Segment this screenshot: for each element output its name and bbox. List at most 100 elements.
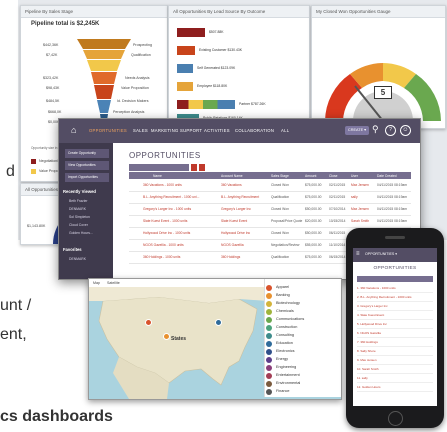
row-name[interactable]: Slate Kuest Event - 1000 units [143, 219, 187, 223]
list-item[interactable]: 9. Max Jensen [357, 356, 433, 365]
bar-label: $507.88K [209, 30, 224, 34]
row-user[interactable]: Sarah Smith [351, 219, 369, 223]
row-amount: $55,000.00 [305, 243, 322, 247]
row-account[interactable]: Slate Kuest Event [221, 219, 247, 223]
legend-label: Engineering [276, 365, 297, 369]
table-row[interactable]: 360 Vacations - 1000 units 360 Vacations… [129, 180, 411, 192]
recent-item[interactable]: DENMARK [69, 207, 86, 211]
legend-label: Communications [276, 317, 305, 321]
legend-swatch [31, 169, 36, 174]
list-item-label[interactable]: 3. Gregory's Larger Inc [357, 304, 388, 308]
user-avatar-icon[interactable]: ☺ [400, 125, 411, 136]
home-icon[interactable]: ⌂ [71, 125, 76, 135]
row-name[interactable]: 360 Vacations - 1000 units [143, 183, 182, 187]
list-item-label[interactable]: 5. Hollywood Drive Inc [357, 322, 387, 326]
nav-marketing[interactable]: MARKETING [151, 128, 179, 133]
row-account[interactable]: Gregory's Larger Inc [221, 207, 251, 211]
row-account[interactable]: 360 Vacations [221, 183, 242, 187]
recent-item[interactable]: Beth Frazier [69, 199, 87, 203]
funnel-stage-1 [77, 39, 131, 49]
legend-label: Entertainment [276, 373, 300, 377]
row-amount: $50,000.00 [305, 231, 322, 235]
list-item-label[interactable]: 7. 360 Holdings [357, 340, 378, 344]
map-pin-icon[interactable] [163, 333, 170, 340]
row-account[interactable]: NGOS Gazellia [221, 243, 244, 247]
col-close[interactable]: Close [329, 174, 337, 178]
nav-activities[interactable]: ACTIVITIES [204, 128, 230, 133]
row-account[interactable]: Hollywood Drive Inc [221, 231, 250, 235]
col-user[interactable]: User [351, 174, 358, 178]
bar-segment [177, 100, 235, 109]
filter-icon[interactable] [191, 164, 197, 171]
satellite-tab[interactable]: Satellite [107, 281, 120, 285]
row-date: 04/11/2015 08:19am [377, 183, 408, 187]
list-item[interactable]: 12. Golden Hours [357, 383, 433, 392]
list-item[interactable]: 7. 360 Holdings [357, 338, 433, 347]
row-name[interactable]: 360 Holdings - 1000 units [143, 255, 180, 259]
row-user[interactable]: sally [351, 195, 358, 199]
col-name[interactable]: Name [153, 174, 162, 178]
col-stage[interactable]: Sales Stage [271, 174, 289, 178]
menu-icon[interactable]: ≡ [356, 251, 360, 257]
list-item-label[interactable]: 1. 360 Vacations - 1000 units [357, 286, 396, 290]
list-item-label[interactable]: 10. Sarah Smith [357, 367, 379, 371]
list-item[interactable]: 4. Slate Kuest Event [357, 311, 433, 320]
phone-nav-title[interactable]: OPPORTUNITIES ▾ [365, 252, 397, 256]
list-item[interactable]: 1. 360 Vacations - 1000 units [357, 284, 433, 293]
row-account[interactable]: B.L. Anything Recruitment [221, 195, 259, 199]
create-opportunity-button[interactable]: Create Opportunity [65, 149, 109, 158]
recent-item[interactable]: Golden Hours... [69, 231, 93, 235]
list-item[interactable]: 6. NGOS Gazellia [357, 329, 433, 338]
recent-item[interactable]: Sol Simpleton [69, 215, 90, 219]
list-item-label[interactable]: 6. NGOS Gazellia [357, 331, 381, 335]
nav-all[interactable]: ALL [281, 128, 289, 133]
favorite-item[interactable]: DENMARK [69, 257, 86, 261]
list-item-label[interactable]: 4. Slate Kuest Event [357, 313, 384, 317]
row-name[interactable]: NGOS Gazellia - 1000 units [143, 243, 184, 247]
bar-segment [177, 82, 193, 91]
list-item[interactable]: 5. Hollywood Drive Inc [357, 320, 433, 329]
list-item[interactable]: 3. Gregory's Larger Inc [357, 302, 433, 311]
row-name[interactable]: Gregory's Larger Inc - 1000 units [143, 207, 191, 211]
table-row[interactable]: Slate Kuest Event - 1000 units Slate Kue… [129, 216, 411, 228]
pipeline-subtitle: Pipeline total is $2,245K [31, 21, 100, 27]
col-account[interactable]: Account Name [221, 174, 243, 178]
list-item-label[interactable]: 12. Golden Hours [357, 385, 381, 389]
row-name[interactable]: Hollywood Drive Inc - 1000 units [143, 231, 190, 235]
create-button[interactable]: CREATE ▾ [345, 126, 370, 135]
view-opportunities-button[interactable]: View Opportunities [65, 161, 109, 170]
list-item-label[interactable]: 8. Sally Shore [357, 349, 376, 353]
search-icon[interactable]: ⚲ [372, 124, 379, 135]
import-opportunities-button[interactable]: Import Opportunities [65, 173, 109, 182]
row-name[interactable]: B.L. Anything Recruitment - 1000 uni... [143, 195, 199, 199]
list-item-label[interactable]: 9. Max Jensen [357, 358, 377, 362]
row-close: 02/11/2015 [329, 195, 346, 199]
list-item-label[interactable]: 11. sally [357, 376, 368, 380]
map-tab[interactable]: Map [93, 281, 100, 285]
col-date[interactable]: Date Created [377, 174, 397, 178]
col-amount[interactable]: Amount [305, 174, 316, 178]
list-item-label[interactable]: 2. B.L. Anything Recruitment - 1000 unit… [357, 295, 412, 299]
nav-opportunities[interactable]: OPPORTUNITIES [89, 128, 127, 133]
list-item[interactable]: 11. sally [357, 374, 433, 383]
map-pin-icon[interactable] [215, 319, 222, 326]
row-account[interactable]: 360 Holdings [221, 255, 240, 259]
legend-label: Environmental [276, 381, 301, 385]
columns-icon[interactable] [199, 164, 205, 171]
table-row[interactable]: B.L. Anything Recruitment - 1000 uni... … [129, 192, 411, 204]
list-item[interactable]: 8. Sally Shore [357, 347, 433, 356]
row-user[interactable]: Max Jensen [351, 183, 369, 187]
recent-item[interactable]: Cloud Cover [69, 223, 88, 227]
bar-segment [177, 28, 205, 37]
list-item[interactable]: 2. B.L. Anything Recruitment - 1000 unit… [357, 293, 433, 302]
row-amount: $20,000.00 [305, 219, 322, 223]
nav-support[interactable]: SUPPORT [180, 128, 202, 133]
map-pin-icon[interactable] [145, 319, 152, 326]
home-button[interactable] [388, 411, 403, 426]
list-item[interactable]: 10. Sarah Smith [357, 365, 433, 374]
row-user[interactable]: Max Jensen [351, 207, 369, 211]
table-row[interactable]: Gregory's Larger Inc - 1000 units Gregor… [129, 204, 411, 216]
nav-sales[interactable]: SALES [133, 128, 148, 133]
notifications-icon[interactable]: ? [385, 125, 396, 136]
nav-collaboration[interactable]: COLLABORATION [235, 128, 274, 133]
